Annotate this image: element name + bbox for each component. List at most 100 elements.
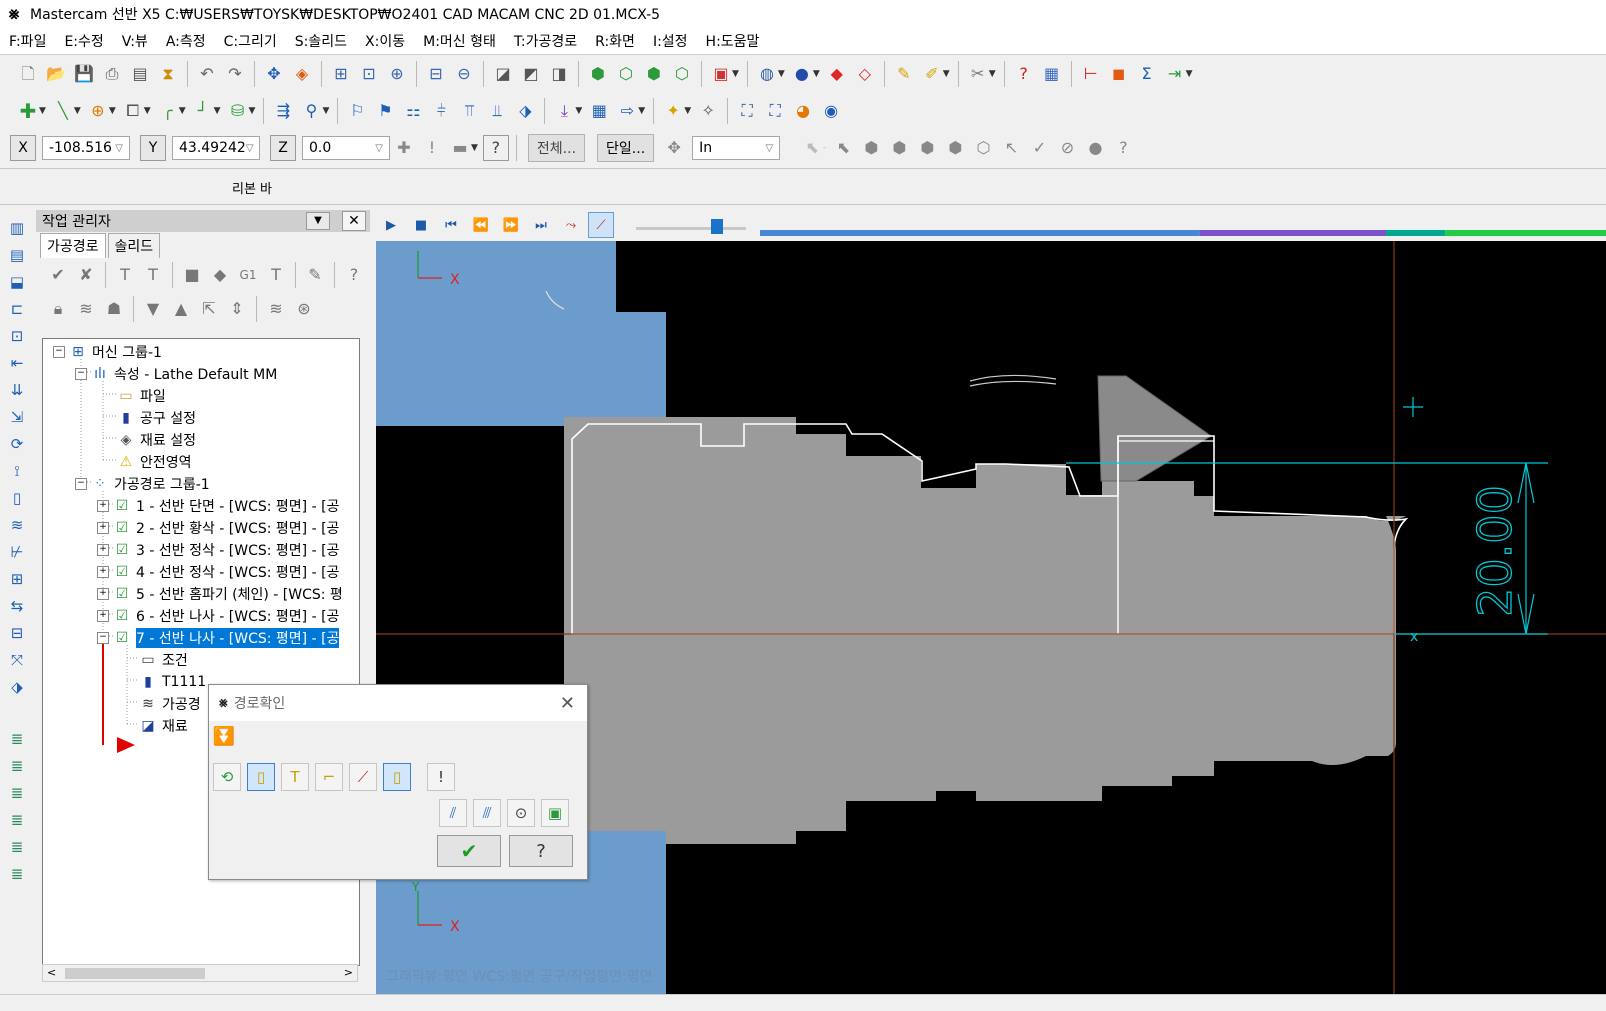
strip-tailstock-icon[interactable]: ⊬ [6,541,28,563]
clear-icon[interactable]: ⧗ [156,62,180,86]
strip-steady-icon[interactable]: ⊞ [6,568,28,590]
print-preview-icon[interactable]: ▤ [128,62,152,86]
select-all-ops-icon[interactable]: ✔ [46,263,70,287]
play-icon[interactable]: ▶ [378,212,404,238]
dim-icon[interactable]: ⊢ [1079,62,1103,86]
verify-icon[interactable]: ◆ [208,263,232,287]
opmgr-help-icon[interactable]: ? [342,263,366,287]
units-select[interactable]: In ▽ [692,136,781,160]
tab-toolpaths[interactable]: 가공경로 [40,233,106,258]
simulate-icon[interactable]: ◕ [791,99,815,123]
line-icon[interactable]: ╲ [51,99,75,123]
menu-file[interactable]: F:파일 [0,31,55,51]
tree-operation-5[interactable]: + ☑ 5 - 선반 홈파기 (체인) - [WCS: 평 [97,583,343,605]
menu-view[interactable]: V:뷰 [113,31,157,51]
hidden-view-icon[interactable]: ⬡ [670,62,694,86]
tree-operation-4[interactable]: + ☑ 4 - 선반 정삭 - [WCS: 평면] - [공 [97,561,339,583]
op-e-icon[interactable]: ⫪ [457,99,481,123]
strip-transfer-icon[interactable]: ⇆ [6,595,28,617]
dialog-close-button[interactable]: ✕ [560,693,575,714]
op-d-icon[interactable]: ⫩ [429,99,453,123]
menu-settings[interactable]: I:설정 [644,31,697,51]
scroll-left-icon[interactable]: < [47,965,56,981]
point-icon[interactable]: ✚ [16,99,40,123]
select-all-button[interactable]: 전체... [527,134,586,162]
lightbulb-icon[interactable]: ✦ [661,99,685,123]
backplot-icon[interactable]: ■ [180,263,204,287]
camera-icon[interactable]: ⊙ [507,799,535,827]
link-icon[interactable]: ⊛ [292,297,316,321]
save-icon[interactable]: 💾 [72,62,96,86]
cube-view-icon[interactable]: ▣ [709,62,733,86]
strip-layer-a-icon[interactable]: ≣ [6,728,28,750]
menu-screen[interactable]: R:화면 [586,31,644,51]
strip-canned-icon[interactable]: ⇲ [6,406,28,428]
help-select-icon[interactable]: ? [1111,136,1135,160]
strip-cube-icon[interactable]: ⬗ [6,676,28,698]
wand-icon[interactable]: ✧ [696,99,720,123]
y-coord-input[interactable]: 43.49242 ▽ [172,136,260,160]
x-coord-button[interactable]: X [10,135,36,161]
select-single-button[interactable]: 단일... [597,134,655,162]
z-coord-input[interactable]: 0.0 ▽ [302,136,390,160]
menu-help[interactable]: H:도움말 [697,31,769,51]
strip-rotate-icon[interactable]: ⟳ [6,433,28,455]
help-arrow-icon[interactable]: ? [1012,62,1036,86]
strip-thread-icon[interactable]: ⊡ [6,325,28,347]
step-back-icon[interactable]: ⏪ [468,212,494,238]
path-icon[interactable]: ⤳ [558,212,584,238]
strip-layer-e-icon[interactable]: ≣ [6,836,28,858]
view-side-icon[interactable]: ◨ [547,62,571,86]
op-c-icon[interactable]: ⚏ [401,99,425,123]
verify-check-icon[interactable]: ✓ [1027,136,1051,160]
tab-solids[interactable]: 솔리드 [107,233,161,258]
solid-icon[interactable]: ◆ [825,62,849,86]
tree-stock[interactable]: ◪ 재료 [139,715,187,737]
strip-chuck-icon[interactable]: ▯ [6,487,28,509]
delete-icon[interactable]: ✂ [966,62,990,86]
menu-edit[interactable]: E:수정 [55,31,112,51]
graphics-window[interactable]: 20.00 x X X Y [376,241,1606,994]
tree-operation-7[interactable]: − ☑ 7 - 선반 나사 - [WCS: 평면] - [공 [97,627,340,649]
strip-finish-icon[interactable]: ⬓ [6,271,28,293]
expand-toggle[interactable]: + [97,500,109,512]
menu-create[interactable]: C:그리기 [215,31,286,51]
strip-groove-icon[interactable]: ⊏ [6,298,28,320]
expand-toggle[interactable]: + [97,544,109,556]
tree-tool-settings[interactable]: ▮ 공구 설정 [117,407,196,429]
shade-view-icon[interactable]: ⬡ [614,62,638,86]
path-all-icon[interactable]: ⫻ [473,799,501,827]
display-tool-icon[interactable]: ⟋ [588,212,614,238]
first-icon[interactable]: ⏮ [438,212,464,238]
regen-dirty-icon[interactable]: T [141,263,165,287]
rectangle-icon[interactable]: ⧠ [121,99,145,123]
tree-safety-zone[interactable]: ⚠ 안전영역 [117,451,192,473]
lock-icon[interactable]: 🔒︎ [46,297,70,321]
view-top-icon[interactable]: ◪ [491,62,515,86]
save-geometry-icon[interactable]: ▣ [541,799,569,827]
selection-mode-icon[interactable]: ✥ [662,136,686,160]
fillet-icon[interactable]: ╭ [156,99,180,123]
tree-operation-3[interactable]: + ☑ 3 - 선반 정삭 - [WCS: 평면] - [공 [97,539,339,561]
tree-tool[interactable]: ▮ T1111 [139,671,206,693]
collapse-toggle[interactable]: − [75,368,87,380]
analyze-dist-icon[interactable]: ✐ [920,62,944,86]
repeat-icon[interactable]: ⟲ [213,763,241,791]
last-icon[interactable]: ⏭ [528,212,554,238]
view-front-icon[interactable]: ◩ [519,62,543,86]
strip-manual-icon[interactable]: ⊟ [6,622,28,644]
menu-analyze[interactable]: A:측정 [157,31,215,51]
scroll-right-icon[interactable]: > [344,965,353,981]
ok-button[interactable]: ✔ [437,835,501,867]
x-coord-input[interactable]: -108.516 ▽ [42,136,130,160]
wire-view-icon[interactable]: ⬢ [642,62,666,86]
hexagon-b-icon[interactable]: ⬢ [887,136,911,160]
strip-rough-icon[interactable]: ▤ [6,244,28,266]
collapse-toggle[interactable]: − [53,346,65,358]
mirror-icon[interactable]: ⚲ [299,99,323,123]
print-icon[interactable]: ⎙ [100,62,124,86]
chain-icon[interactable]: ↖ [999,136,1023,160]
fit-icon[interactable]: ⊞ [329,62,353,86]
playback-speed-slider[interactable] [636,215,746,235]
circle-select-icon[interactable]: ● [1083,136,1107,160]
